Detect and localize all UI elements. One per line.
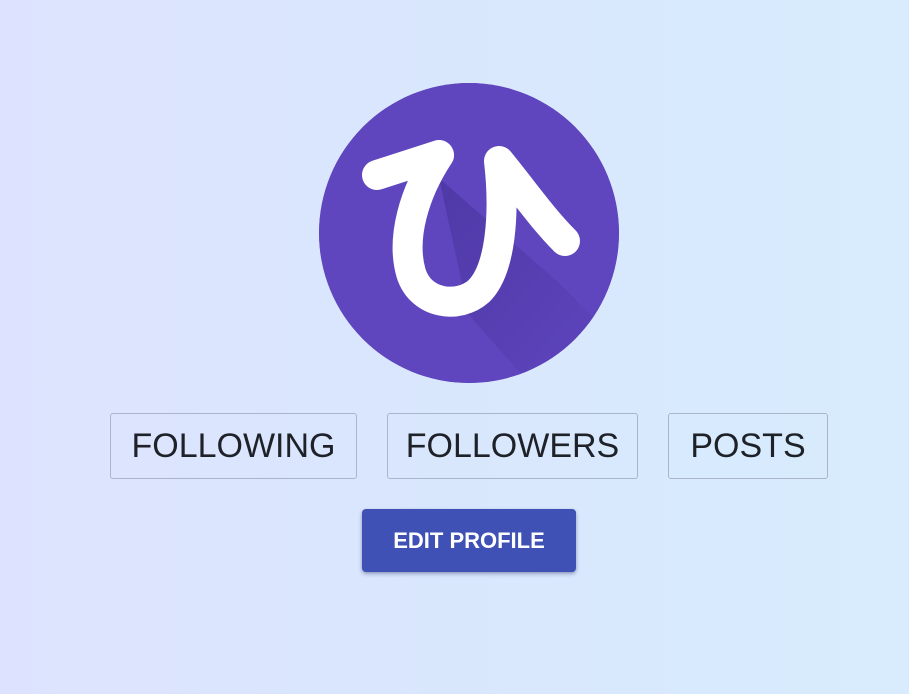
hiragana-hi-logo-icon (319, 83, 619, 383)
edit-profile-button[interactable]: EDIT PROFILE (362, 509, 576, 572)
posts-button[interactable]: POSTS (668, 413, 828, 479)
following-button[interactable]: FOLLOWING (110, 413, 357, 479)
profile-avatar[interactable] (319, 83, 619, 383)
followers-button[interactable]: FOLLOWERS (387, 413, 638, 479)
